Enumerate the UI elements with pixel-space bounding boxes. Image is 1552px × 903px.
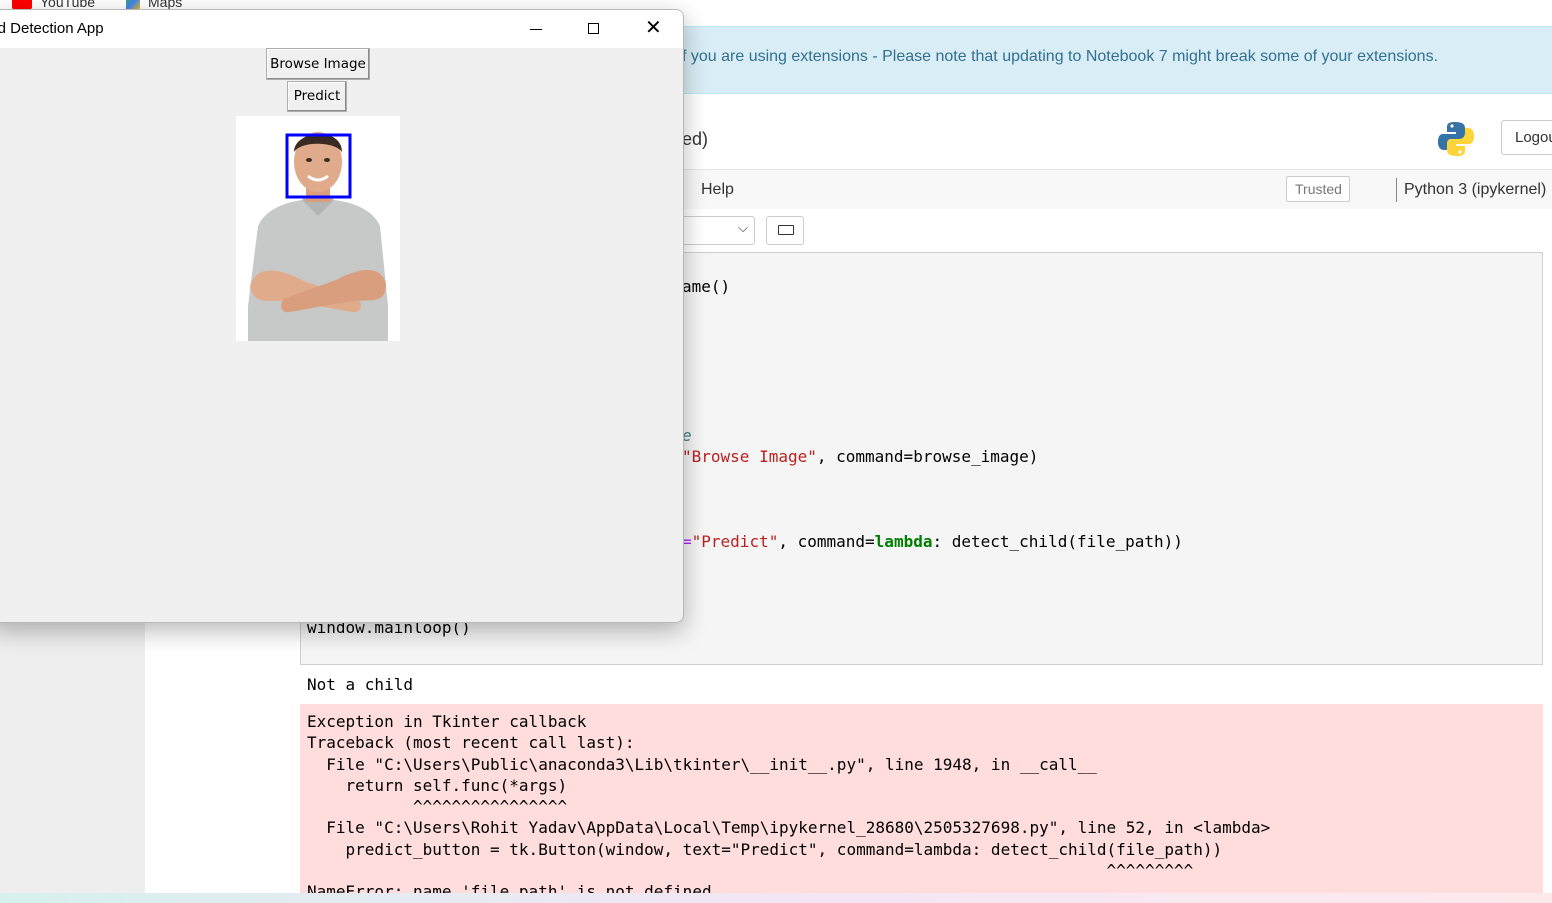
chevron-down-icon: ⌵ <box>738 220 748 235</box>
stderr-line: predict_button = tk.Button(window, text=… <box>307 840 1223 859</box>
code-line: ame() <box>682 277 731 296</box>
close-icon: ✕ <box>645 17 662 39</box>
stderr-line: return self.func(*args) <box>307 776 568 795</box>
kernel-name[interactable]: Python 3 (ipykernel) <box>1404 181 1546 199</box>
minimize-icon <box>530 29 542 30</box>
browse-image-button[interactable]: Browse Image <box>266 48 370 80</box>
cell-output-text: Not a child <box>307 675 413 694</box>
python-logo-icon <box>1437 120 1475 158</box>
stderr-line: ^^^^^^^^^^^^^^^^ <box>307 797 568 816</box>
logout-button[interactable]: Logou <box>1501 120 1552 155</box>
uploaded-photo <box>236 116 400 341</box>
stderr-line: File "C:\Users\Rohit Yadav\AppData\Local… <box>307 818 1271 837</box>
window-title: ild Detection App <box>0 20 104 37</box>
stderr-line: Exception in Tkinter callback <box>307 712 587 731</box>
taskbar-edge <box>0 893 1552 903</box>
trusted-indicator[interactable]: Trusted <box>1286 176 1350 202</box>
notebook-title[interactable]: ed) <box>682 129 708 150</box>
code-line: "Browse Image", command=browse_image) <box>682 447 1039 466</box>
stderr-line: Traceback (most recent call last): <box>307 733 635 752</box>
command-palette-button[interactable] <box>766 216 804 245</box>
predict-button[interactable]: Predict <box>287 81 347 112</box>
minimize-button[interactable] <box>507 10 565 48</box>
tk-app-window[interactable]: ild Detection App ✕ Browse Image Predict <box>0 9 684 623</box>
maximize-button[interactable] <box>565 10 623 48</box>
window-titlebar[interactable]: ild Detection App ✕ <box>0 10 683 48</box>
stderr-output: Exception in Tkinter callback Traceback … <box>300 704 1543 903</box>
keyboard-icon <box>778 225 794 235</box>
stderr-line: File "C:\Users\Public\anaconda3\Lib\tkin… <box>307 755 1097 774</box>
banner-text: f you are using extensions - Please note… <box>682 48 1439 65</box>
close-button[interactable]: ✕ <box>623 10 681 48</box>
kernel-separator <box>1396 178 1397 202</box>
menu-help[interactable]: Help <box>701 181 734 199</box>
code-line: ="Predict", command=lambda: detect_child… <box>682 532 1183 551</box>
maximize-icon <box>588 23 599 34</box>
stderr-line: ^^^^^^^^^ <box>307 861 1194 880</box>
